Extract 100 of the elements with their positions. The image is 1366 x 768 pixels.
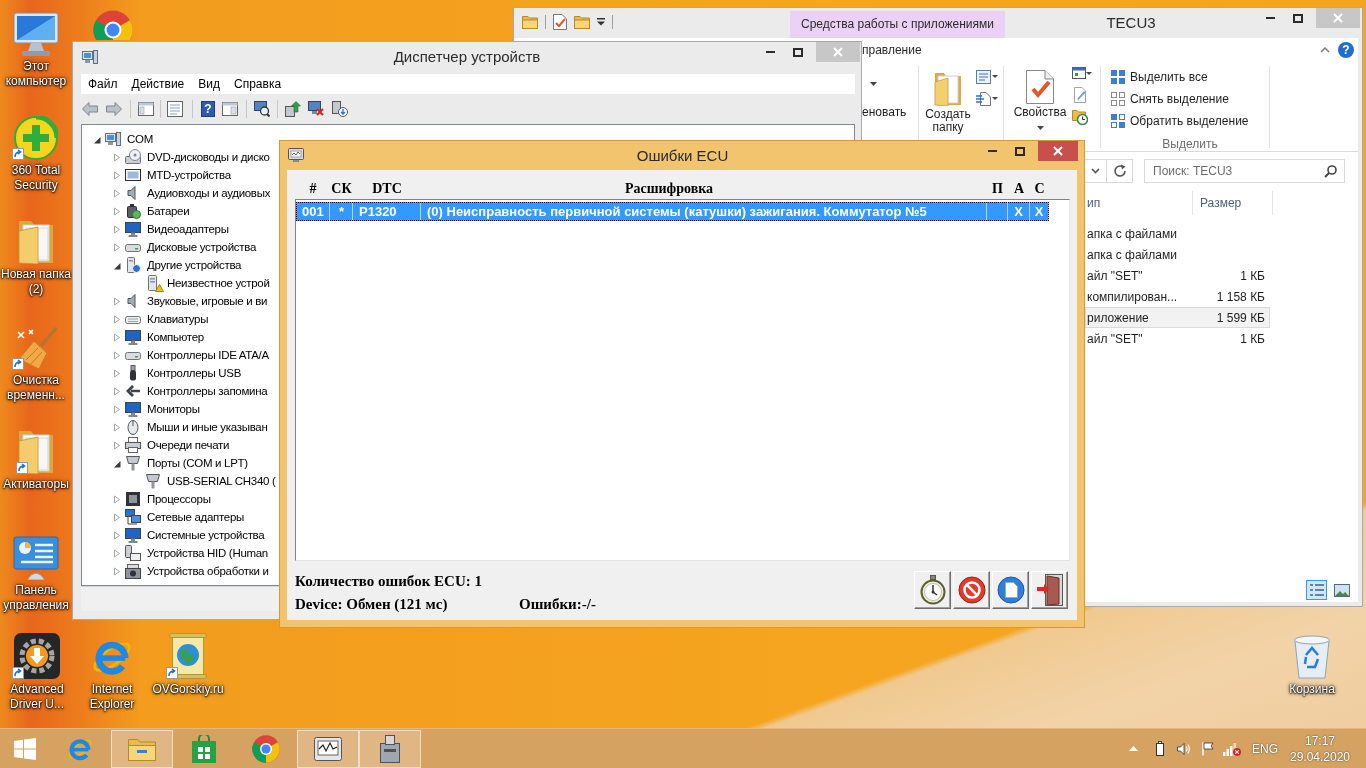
- device-download-icon[interactable]: [332, 101, 348, 117]
- device-up-arrow-icon[interactable]: [285, 101, 301, 117]
- tree-item[interactable]: Дисковые устройства: [125, 239, 257, 255]
- speaker-icon[interactable]: [1177, 742, 1191, 755]
- folder-clock-icon[interactable]: [1072, 109, 1088, 125]
- flag-icon[interactable]: [1202, 741, 1214, 756]
- stopwatch-button[interactable]: [914, 571, 951, 609]
- monitor-icon: [125, 329, 141, 345]
- tree-item[interactable]: Сетевые адаптеры: [125, 509, 244, 525]
- customize-caret-icon[interactable]: [597, 18, 605, 26]
- tree-item[interactable]: COM: [105, 131, 153, 147]
- monitor-cross-icon[interactable]: [308, 101, 324, 117]
- search-field[interactable]: Поиск: TECU3: [1144, 159, 1345, 183]
- table-cell: 001: [296, 202, 330, 221]
- prohibit-button[interactable]: [953, 571, 990, 609]
- tree-item[interactable]: Видеоадаптеры: [125, 221, 229, 237]
- tree-item[interactable]: Контроллеры USB: [125, 365, 242, 381]
- tree-item[interactable]: Контроллеры IDE ATA/A: [125, 347, 269, 363]
- taskbar-button[interactable]: [297, 729, 359, 768]
- properties-button[interactable]: Свойства: [1010, 62, 1070, 130]
- new-item-icon[interactable]: [976, 70, 998, 84]
- tree-item[interactable]: Системные устройства: [125, 527, 265, 543]
- folder-icon[interactable]: [522, 15, 538, 29]
- taskbar-button[interactable]: [359, 729, 421, 768]
- folder-icon[interactable]: [574, 15, 590, 29]
- tree-item[interactable]: Устройства обработки и: [125, 563, 269, 579]
- expand-arrow-icon[interactable]: [113, 458, 121, 468]
- tree-item[interactable]: Мониторы: [125, 401, 200, 417]
- menu-item[interactable]: Вид: [191, 75, 227, 93]
- broom-icon: [14, 326, 58, 370]
- column-header[interactable]: Размер: [1193, 191, 1273, 215]
- ribbon-button[interactable]: еновать: [862, 105, 907, 119]
- window-title: Диспетчер устройств: [392, 47, 542, 67]
- tree-item[interactable]: MTD-устройства: [125, 167, 231, 183]
- chevron-up-icon[interactable]: [1320, 47, 1330, 53]
- tree-item[interactable]: Аудиовходы и аудиовых: [125, 185, 271, 201]
- file-row[interactable]: компилирован... 1 158 КБ: [1085, 286, 1270, 307]
- globe-document-icon: [168, 633, 208, 679]
- tree-item[interactable]: USB-SERIAL CH340 (: [145, 473, 276, 489]
- computer-icon: [82, 49, 98, 65]
- tree-item[interactable]: Очереди печати: [125, 437, 230, 453]
- tree-item[interactable]: Компьютер: [125, 329, 204, 345]
- battery-icon[interactable]: [1156, 741, 1164, 756]
- file-row[interactable]: риложение 1 599 КБ: [1085, 307, 1270, 328]
- help-button[interactable]: ?: [1338, 42, 1354, 58]
- port-connector-icon: [145, 473, 161, 489]
- help-button[interactable]: ?: [201, 101, 215, 117]
- tree-item[interactable]: Процессоры: [125, 491, 211, 507]
- tree-item[interactable]: Батареи: [125, 203, 190, 219]
- select-all-button[interactable]: Выделить все: [1111, 66, 1208, 88]
- expand-arrow-icon[interactable]: [93, 134, 101, 144]
- list-window-icon[interactable]: [167, 101, 183, 117]
- caret-up-icon[interactable]: [1128, 746, 1138, 751]
- menu-item[interactable]: Справка: [227, 75, 289, 93]
- expand-arrow-icon[interactable]: [113, 260, 121, 270]
- exit-door-icon: [1036, 574, 1063, 606]
- document-button[interactable]: [992, 571, 1029, 609]
- tree-item[interactable]: DVD-дисководы и диско: [125, 149, 270, 165]
- select-none-button[interactable]: Снять выделение: [1111, 88, 1229, 110]
- signal-cross-icon[interactable]: [1223, 741, 1241, 756]
- table-cell: P1320: [353, 202, 421, 221]
- tree-item[interactable]: Звуковые, игровые и ви: [125, 293, 268, 309]
- tree-item[interactable]: Контроллеры запомина: [125, 383, 268, 399]
- pencil-document-icon[interactable]: [1072, 87, 1088, 103]
- device-status-label: Device: Обмен (121 мс): [295, 596, 448, 612]
- window-pane-icon[interactable]: [222, 102, 238, 116]
- error-count-label: Количество ошибок ECU: 1: [295, 573, 482, 589]
- caret-down-icon[interactable]: [870, 82, 877, 86]
- search-icon: [1324, 165, 1337, 178]
- file-row[interactable]: айл "SET" 1 КБ: [1085, 265, 1270, 286]
- back-arrow-icon[interactable]: [82, 102, 98, 116]
- folder-icon: [18, 428, 54, 474]
- ribbon-tab[interactable]: правление: [862, 43, 922, 57]
- invert-selection-button[interactable]: Обратить выделение: [1111, 110, 1249, 132]
- close-button[interactable]: [1038, 141, 1078, 161]
- exit-button[interactable]: [1031, 571, 1068, 609]
- details-view-icon: [1309, 583, 1324, 597]
- file-row[interactable]: айл "SET" 1 КБ: [1085, 328, 1270, 349]
- details-view-button[interactable]: [1306, 580, 1327, 600]
- tree-item[interactable]: Порты (COM и LPT): [125, 455, 248, 471]
- window-icon[interactable]: [1072, 67, 1092, 81]
- camera-icon: [125, 563, 141, 579]
- chip-icon: [125, 491, 141, 507]
- forward-arrow-icon[interactable]: [106, 102, 122, 116]
- tree-item[interactable]: Мыши и иные указыван: [125, 419, 268, 435]
- tree-item[interactable]: Клавиатуры: [125, 311, 209, 327]
- new-folder-button[interactable]: Создать папку: [924, 62, 972, 134]
- monitor-magnifier-icon[interactable]: [254, 101, 270, 117]
- window-pane-icon[interactable]: [138, 102, 154, 116]
- menu-item[interactable]: Действие: [124, 75, 192, 93]
- document-check-icon[interactable]: [553, 14, 567, 30]
- file-row[interactable]: апка с файлами: [1085, 244, 1270, 265]
- menu-item[interactable]: Файл: [81, 75, 125, 93]
- easy-access-icon[interactable]: [976, 92, 998, 106]
- tree-item[interactable]: Другие устройства: [125, 257, 242, 273]
- battery-icon: [125, 203, 141, 219]
- tree-item[interactable]: Неизвестное устрой: [145, 275, 270, 291]
- file-row[interactable]: апка с файлами: [1085, 223, 1270, 244]
- tree-item[interactable]: Устройства HID (Human: [125, 545, 268, 561]
- refresh-button[interactable]: [1107, 159, 1133, 183]
